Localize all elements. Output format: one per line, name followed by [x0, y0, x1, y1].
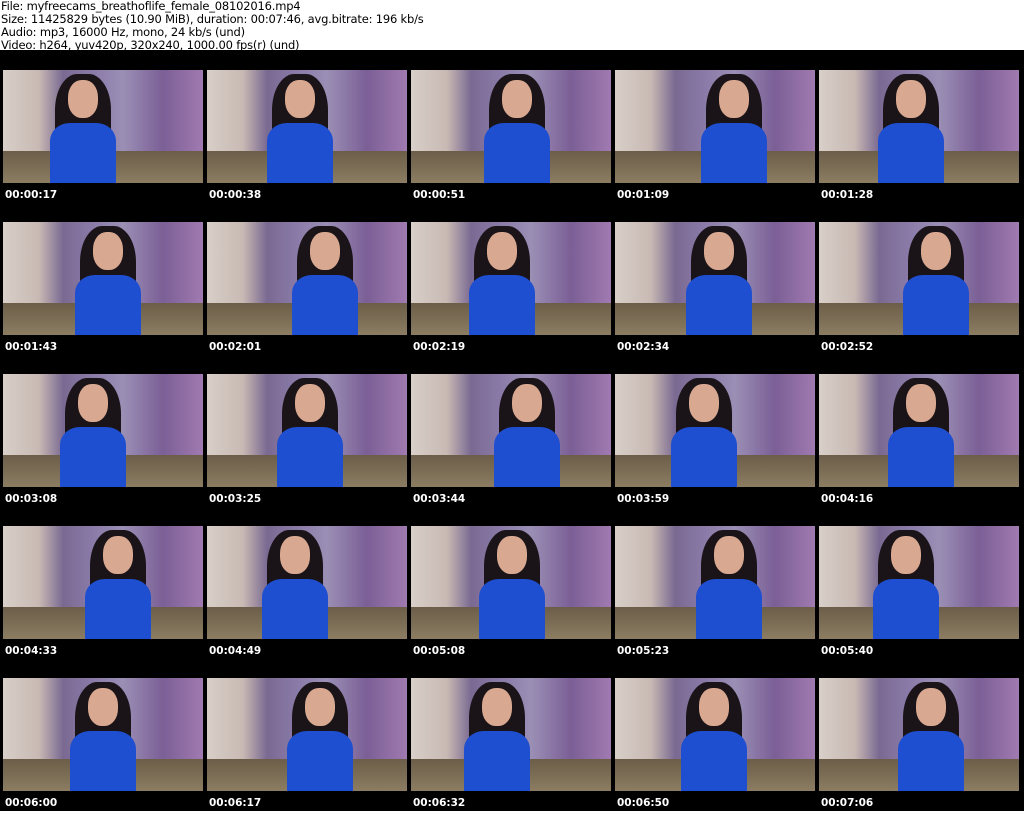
timestamp: 00:02:01 — [209, 341, 262, 353]
video-frame — [207, 526, 407, 639]
video-frame — [615, 70, 815, 183]
timestamp: 00:04:33 — [5, 645, 58, 657]
video-frame — [819, 222, 1019, 335]
thumbnail-tile[interactable]: 00:06:50 — [615, 678, 815, 830]
thumbnail-tile[interactable]: 00:03:25 — [207, 374, 407, 526]
video-frame — [615, 678, 815, 791]
timestamp: 00:01:43 — [5, 341, 58, 353]
timestamp: 00:06:17 — [209, 797, 262, 809]
timestamp: 00:02:52 — [821, 341, 874, 353]
timestamp: 00:01:09 — [617, 189, 670, 201]
thumbnail-tile[interactable]: 00:06:32 — [411, 678, 611, 830]
video-frame — [819, 526, 1019, 639]
video-frame — [615, 526, 815, 639]
video-frame — [819, 678, 1019, 791]
thumbnail-tile[interactable]: 00:03:08 — [3, 374, 203, 526]
thumbnail-tile[interactable]: 00:06:17 — [207, 678, 407, 830]
timestamp: 00:05:40 — [821, 645, 874, 657]
video-frame — [411, 222, 611, 335]
video-frame — [207, 374, 407, 487]
timestamp: 00:05:08 — [413, 645, 466, 657]
thumbnail-tile[interactable]: 00:06:00 — [3, 678, 203, 830]
thumbnail-tile[interactable]: 00:03:59 — [615, 374, 815, 526]
timestamp: 00:00:17 — [5, 189, 58, 201]
timestamp: 00:06:50 — [617, 797, 670, 809]
thumbnail-tile[interactable]: 00:00:51 — [411, 70, 611, 222]
timestamp: 00:06:32 — [413, 797, 466, 809]
video-frame — [3, 678, 203, 791]
timestamp: 00:00:38 — [209, 189, 262, 201]
timestamp: 00:00:51 — [413, 189, 466, 201]
timestamp: 00:03:08 — [5, 493, 58, 505]
timestamp: 00:03:25 — [209, 493, 262, 505]
video-frame — [411, 70, 611, 183]
thumbnail-tile[interactable]: 00:02:01 — [207, 222, 407, 374]
thumbnail-grid: 00:00:17 00:00:38 00:00:51 00:01:09 00:0… — [0, 50, 1024, 811]
video-frame — [207, 222, 407, 335]
thumbnail-tile[interactable]: 00:05:08 — [411, 526, 611, 678]
timestamp: 00:04:49 — [209, 645, 262, 657]
thumbnail-tile[interactable]: 00:02:34 — [615, 222, 815, 374]
video-frame — [615, 374, 815, 487]
thumbnail-tile[interactable]: 00:03:44 — [411, 374, 611, 526]
timestamp: 00:03:59 — [617, 493, 670, 505]
timestamp: 00:05:23 — [617, 645, 670, 657]
video-frame — [207, 678, 407, 791]
thumbnail-tile[interactable]: 00:07:06 — [819, 678, 1019, 830]
thumbnail-tile[interactable]: 00:05:40 — [819, 526, 1019, 678]
video-frame — [819, 70, 1019, 183]
video-frame — [615, 222, 815, 335]
video-frame — [207, 70, 407, 183]
thumbnail-tile[interactable]: 00:01:09 — [615, 70, 815, 222]
timestamp: 00:04:16 — [821, 493, 874, 505]
timestamp: 00:03:44 — [413, 493, 466, 505]
thumbnail-tile[interactable]: 00:00:17 — [3, 70, 203, 222]
thumbnail-tile[interactable]: 00:01:43 — [3, 222, 203, 374]
video-frame — [3, 222, 203, 335]
video-frame — [411, 526, 611, 639]
thumbnail-tile[interactable]: 00:02:52 — [819, 222, 1019, 374]
thumbnail-tile[interactable]: 00:02:19 — [411, 222, 611, 374]
video-frame — [3, 526, 203, 639]
thumbnail-tile[interactable]: 00:04:49 — [207, 526, 407, 678]
file-info-header: File: myfreecams_breathoflife_female_081… — [1, 0, 424, 52]
video-frame — [3, 374, 203, 487]
timestamp: 00:06:00 — [5, 797, 58, 809]
thumbnail-tile[interactable]: 00:04:16 — [819, 374, 1019, 526]
timestamp: 00:02:19 — [413, 341, 466, 353]
thumbnail-tile[interactable]: 00:04:33 — [3, 526, 203, 678]
timestamp: 00:02:34 — [617, 341, 670, 353]
timestamp: 00:07:06 — [821, 797, 874, 809]
thumbnail-tile[interactable]: 00:01:28 — [819, 70, 1019, 222]
timestamp: 00:01:28 — [821, 189, 874, 201]
video-frame — [411, 374, 611, 487]
video-frame — [819, 374, 1019, 487]
video-frame — [3, 70, 203, 183]
thumbnail-tile[interactable]: 00:00:38 — [207, 70, 407, 222]
thumbnail-tile[interactable]: 00:05:23 — [615, 526, 815, 678]
video-frame — [411, 678, 611, 791]
